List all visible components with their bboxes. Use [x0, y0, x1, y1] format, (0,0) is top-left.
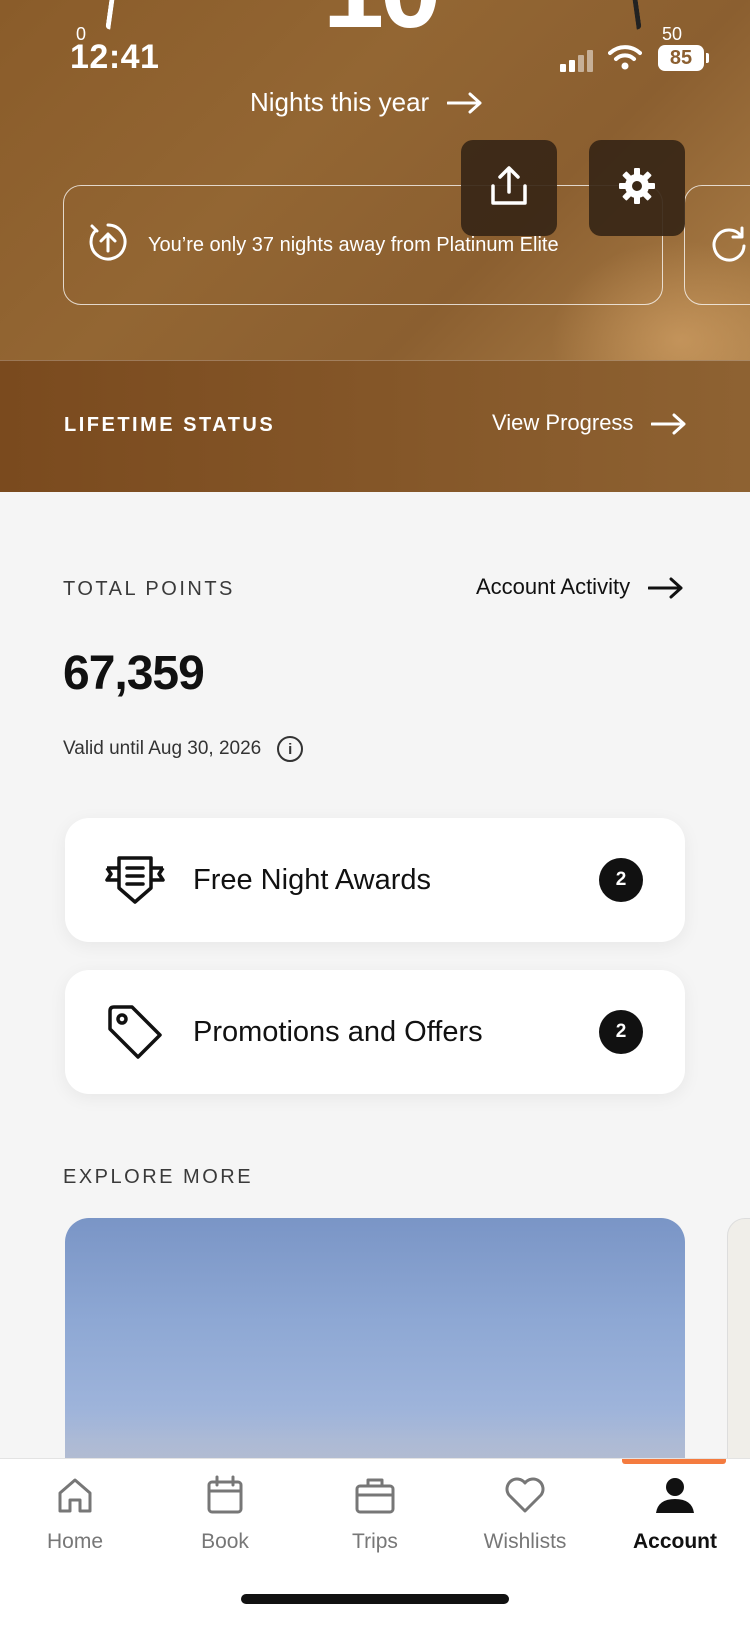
free-night-awards-label: Free Night Awards	[193, 863, 432, 896]
settings-button[interactable]	[589, 140, 685, 236]
status-time: 12:41	[70, 38, 160, 76]
tab-account[interactable]: Account	[600, 1475, 750, 1554]
heart-icon	[504, 1475, 546, 1520]
home-indicator	[241, 1594, 509, 1604]
view-progress-label: View Progress	[492, 410, 634, 435]
status-hero: 10 0 12:41 50 85 Nights this year	[0, 0, 750, 492]
nights-this-year-label: Nights this year	[250, 86, 430, 117]
gear-icon	[617, 166, 657, 211]
tab-account-label: Account	[633, 1530, 717, 1553]
free-night-awards-card[interactable]: Free Night Awards 2	[65, 818, 685, 942]
explore-more-label: EXPLORE MORE	[63, 1166, 254, 1188]
active-tab-indicator	[622, 1459, 726, 1464]
nights-ring-right	[623, 0, 642, 31]
tab-trips[interactable]: Trips	[300, 1475, 450, 1554]
lifetime-status-label: LIFETIME STATUS	[64, 414, 276, 436]
info-icon[interactable]: i	[277, 736, 304, 762]
explore-card-next[interactable]	[727, 1218, 750, 1480]
award-badge-icon	[95, 852, 175, 908]
points-validity: Valid until Aug 30, 2026 i	[63, 736, 304, 762]
wifi-icon	[608, 44, 642, 70]
free-night-awards-count: 2	[599, 858, 643, 902]
platinum-progress-card[interactable]: You’re only 37 nights away from Platinum…	[63, 185, 663, 305]
battery-indicator: 85	[658, 45, 709, 71]
person-icon	[654, 1475, 696, 1520]
tag-icon	[95, 1003, 175, 1061]
valid-until-text: Valid until Aug 30, 2026	[63, 738, 262, 759]
tab-wishlists[interactable]: Wishlists	[450, 1475, 600, 1554]
share-icon	[487, 164, 531, 213]
nights-count: 10	[300, 0, 460, 45]
arrow-right-icon	[651, 413, 687, 435]
view-progress-link[interactable]: View Progress	[492, 410, 687, 436]
tab-home-label: Home	[46, 1530, 104, 1553]
tab-book-label: Book	[201, 1530, 249, 1553]
share-button[interactable]	[461, 140, 557, 236]
status-right-small: 50	[662, 24, 683, 44]
home-icon	[55, 1475, 95, 1520]
tab-home[interactable]: Home	[0, 1475, 150, 1554]
nights-this-year-link[interactable]: Nights this year	[250, 82, 483, 122]
account-activity-label: Account Activity	[476, 574, 631, 599]
tab-book[interactable]: Book	[150, 1475, 300, 1554]
arrow-right-icon	[648, 577, 684, 599]
calendar-icon	[205, 1475, 245, 1520]
next-progress-card[interactable]	[684, 185, 750, 305]
progress-message: You’re only 37 nights away from Platinum…	[148, 233, 559, 256]
promotions-offers-label: Promotions and Offers	[193, 1015, 483, 1048]
explore-card[interactable]	[65, 1218, 685, 1478]
briefcase-icon	[354, 1475, 396, 1520]
cellular-signal-icon	[560, 50, 594, 72]
tab-trips-label: Trips	[352, 1530, 398, 1553]
upgrade-arrow-icon	[88, 222, 128, 268]
points-total: 67,359	[63, 647, 205, 700]
nights-ring-left	[105, 0, 124, 31]
refresh-icon	[709, 224, 749, 269]
promotions-offers-card[interactable]: Promotions and Offers 2	[65, 970, 685, 1094]
account-activity-link[interactable]: Account Activity	[476, 574, 684, 600]
tab-wishlists-label: Wishlists	[483, 1530, 567, 1553]
total-points-label: TOTAL POINTS	[63, 578, 235, 600]
promotions-offers-count: 2	[599, 1010, 643, 1054]
arrow-right-icon	[447, 92, 483, 114]
